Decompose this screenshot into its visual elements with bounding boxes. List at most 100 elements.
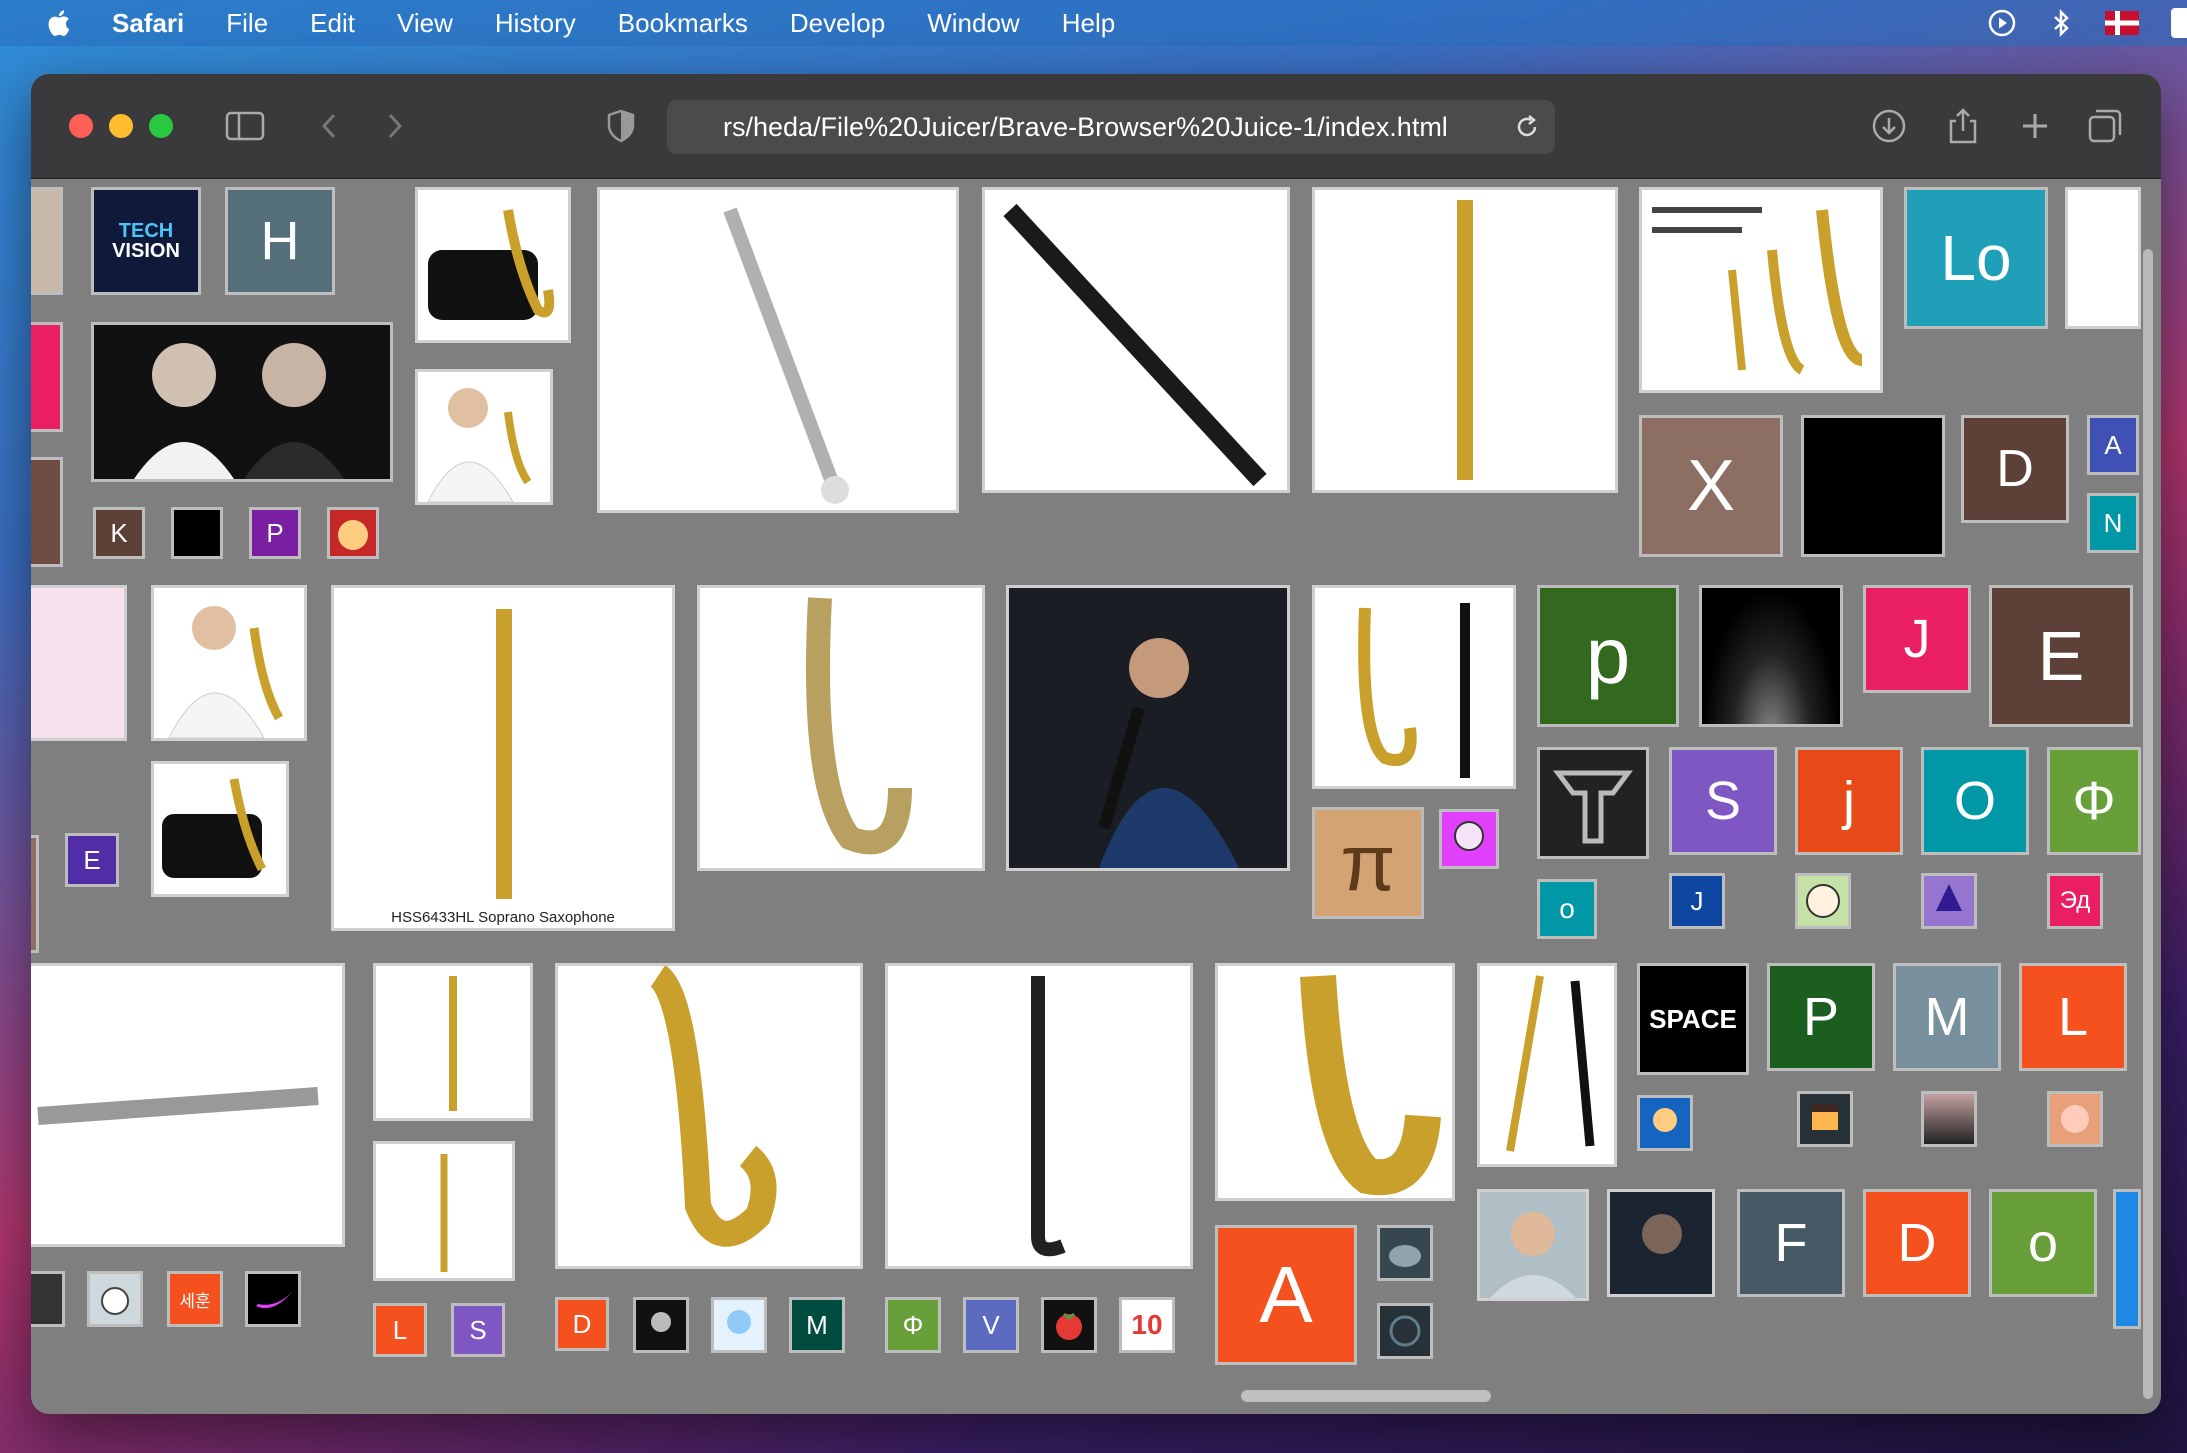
brown-partial-tile[interactable] — [31, 457, 63, 567]
dark-space-tile[interactable] — [1699, 585, 1843, 727]
letter-tile-v[interactable]: V — [963, 1297, 1019, 1353]
ten-logo-tile[interactable]: 10 — [1119, 1297, 1175, 1353]
sidebar-toggle-icon[interactable] — [225, 106, 265, 146]
control-center-icon[interactable] — [2171, 8, 2187, 38]
privacy-shield-icon[interactable] — [601, 106, 641, 146]
minimize-window-button[interactable] — [109, 114, 133, 138]
letter-tile-d-small[interactable]: D — [555, 1297, 609, 1351]
purple-icon-tile[interactable] — [1921, 873, 1977, 929]
letter-tile-n[interactable]: N — [2087, 493, 2139, 553]
horizontal-scrollbar[interactable] — [1241, 1390, 1491, 1402]
letter-tile-phi-small[interactable]: Φ — [885, 1297, 941, 1353]
letter-tile-d-orange[interactable]: D — [1863, 1189, 1971, 1297]
letter-tile-o[interactable]: O — [1921, 747, 2029, 855]
gold-soprano-sax-image[interactable] — [1312, 187, 1618, 493]
pink-illustration-partial[interactable] — [31, 585, 127, 741]
poster-thumbnail-tile[interactable] — [633, 1297, 689, 1353]
tenor-sax-closeup-image[interactable] — [1215, 963, 1455, 1201]
letter-tile-ed[interactable]: Эд — [2047, 873, 2103, 929]
menu-edit[interactable]: Edit — [310, 8, 355, 39]
letter-tile-h[interactable]: H — [225, 187, 335, 295]
letter-tile-s-small[interactable]: S — [451, 1303, 505, 1357]
portrait-bald-man[interactable] — [1477, 1189, 1589, 1301]
letter-tile-a[interactable]: A — [2087, 415, 2139, 475]
landscape-tile[interactable] — [1921, 1091, 1977, 1147]
pink-partial-tile[interactable] — [31, 322, 63, 432]
forward-icon[interactable] — [375, 106, 415, 146]
letter-tile-f[interactable]: F — [1737, 1189, 1845, 1297]
soprano-sax-product-image[interactable]: HSS6433HL Soprano Saxophone — [331, 585, 675, 931]
menu-file[interactable]: File — [226, 8, 268, 39]
sax-family-chart-image[interactable] — [1639, 187, 1883, 393]
letter-tile-j-small[interactable]: J — [1669, 873, 1725, 929]
pi-tile[interactable]: π — [1312, 807, 1424, 919]
reload-icon[interactable] — [1513, 113, 1541, 141]
avatar-tile-pixel[interactable] — [1797, 1091, 1853, 1147]
danish-flag-icon[interactable] — [2105, 11, 2139, 35]
letter-tile-a-large[interactable]: A — [1215, 1225, 1357, 1365]
cat-avatar-tile[interactable] — [87, 1271, 143, 1327]
letter-tile-k[interactable]: K — [93, 507, 145, 559]
letter-tile-j[interactable]: J — [1863, 585, 1971, 693]
letter-tile-m-small[interactable]: M — [789, 1297, 845, 1353]
sax-and-clarinet-image[interactable] — [1312, 585, 1516, 789]
blue-partial-tile[interactable] — [2113, 1189, 2141, 1329]
avatar-tile-a[interactable] — [1637, 1095, 1693, 1151]
back-icon[interactable] — [309, 106, 349, 146]
portrait-dark-photo[interactable] — [1607, 1189, 1715, 1297]
tomato-icon-tile[interactable] — [1041, 1297, 1097, 1353]
share-icon[interactable] — [1943, 106, 1983, 146]
sax-case-thumbnail[interactable] — [415, 187, 571, 343]
space-logo-tile[interactable]: SPACE — [1637, 963, 1749, 1075]
menu-bookmarks[interactable]: Bookmarks — [618, 8, 748, 39]
letter-tile-l[interactable]: L — [2019, 963, 2127, 1071]
apple-icon[interactable] — [44, 7, 76, 39]
menu-develop[interactable]: Develop — [790, 8, 885, 39]
letter-tile-p[interactable]: P — [249, 507, 301, 559]
soprano-sax-thumbnail-b[interactable] — [373, 1141, 515, 1281]
close-window-button[interactable] — [69, 114, 93, 138]
tech-vision-logo-tile[interactable]: TECH VISION — [91, 187, 201, 295]
dark-avatar-tile[interactable] — [1377, 1303, 1433, 1359]
black-square-tile[interactable] — [1801, 415, 1945, 557]
anime-girl-tile[interactable] — [711, 1297, 767, 1353]
swoosh-logo-tile[interactable] — [245, 1271, 301, 1327]
new-tab-icon[interactable] — [2015, 106, 2055, 146]
bass-clarinet-image[interactable] — [885, 963, 1193, 1269]
vertical-scrollbar[interactable] — [2143, 249, 2153, 1399]
brown-thin-partial[interactable] — [31, 835, 39, 953]
saxophonist-thumbnail[interactable] — [415, 369, 553, 505]
letter-tile-m[interactable]: M — [1893, 963, 2001, 1071]
avatar-lavender-tile[interactable] — [1439, 809, 1499, 869]
seal-avatar-tile[interactable] — [1377, 1225, 1433, 1281]
avatar-tile[interactable] — [31, 187, 63, 295]
downloads-icon[interactable] — [1869, 106, 1909, 146]
alto-sax-silver-image[interactable] — [697, 585, 985, 871]
letter-tile-o-small[interactable]: o — [1537, 879, 1597, 939]
letter-tile-e[interactable]: E — [65, 833, 119, 887]
saxophonist-thumbnail-2[interactable] — [151, 585, 307, 741]
t-logo-tile[interactable] — [1537, 747, 1649, 859]
letter-tile-p-green[interactable]: P — [1767, 963, 1875, 1071]
anime-avatar-tile[interactable] — [327, 507, 379, 559]
letter-tile-s[interactable]: S — [1669, 747, 1777, 855]
alto-sax-gold-image[interactable] — [555, 963, 863, 1269]
korean-label-tile[interactable]: 세훈 — [167, 1271, 223, 1327]
black-tile[interactable] — [171, 507, 223, 559]
bluetooth-icon[interactable] — [2049, 8, 2073, 38]
menu-history[interactable]: History — [495, 8, 576, 39]
letter-tile-phi[interactable]: Φ — [2047, 747, 2141, 855]
white-partial-tile[interactable] — [2065, 187, 2141, 329]
orange-avatar-tile[interactable] — [2047, 1091, 2103, 1147]
tab-overview-icon[interactable] — [2085, 106, 2125, 146]
letter-tile-o-green[interactable]: o — [1989, 1189, 2097, 1297]
letter-tile-d[interactable]: D — [1961, 415, 2069, 523]
letter-tile-j-lower[interactable]: j — [1795, 747, 1903, 855]
clarinet-image[interactable] — [982, 187, 1290, 493]
letter-tile-p-lower[interactable]: p — [1537, 585, 1679, 727]
menu-app-safari[interactable]: Safari — [112, 8, 184, 39]
menu-help[interactable]: Help — [1062, 8, 1115, 39]
letter-tile-lo[interactable]: Lo — [1904, 187, 2048, 329]
menu-view[interactable]: View — [397, 8, 453, 39]
letter-tile-e-large[interactable]: E — [1989, 585, 2133, 727]
